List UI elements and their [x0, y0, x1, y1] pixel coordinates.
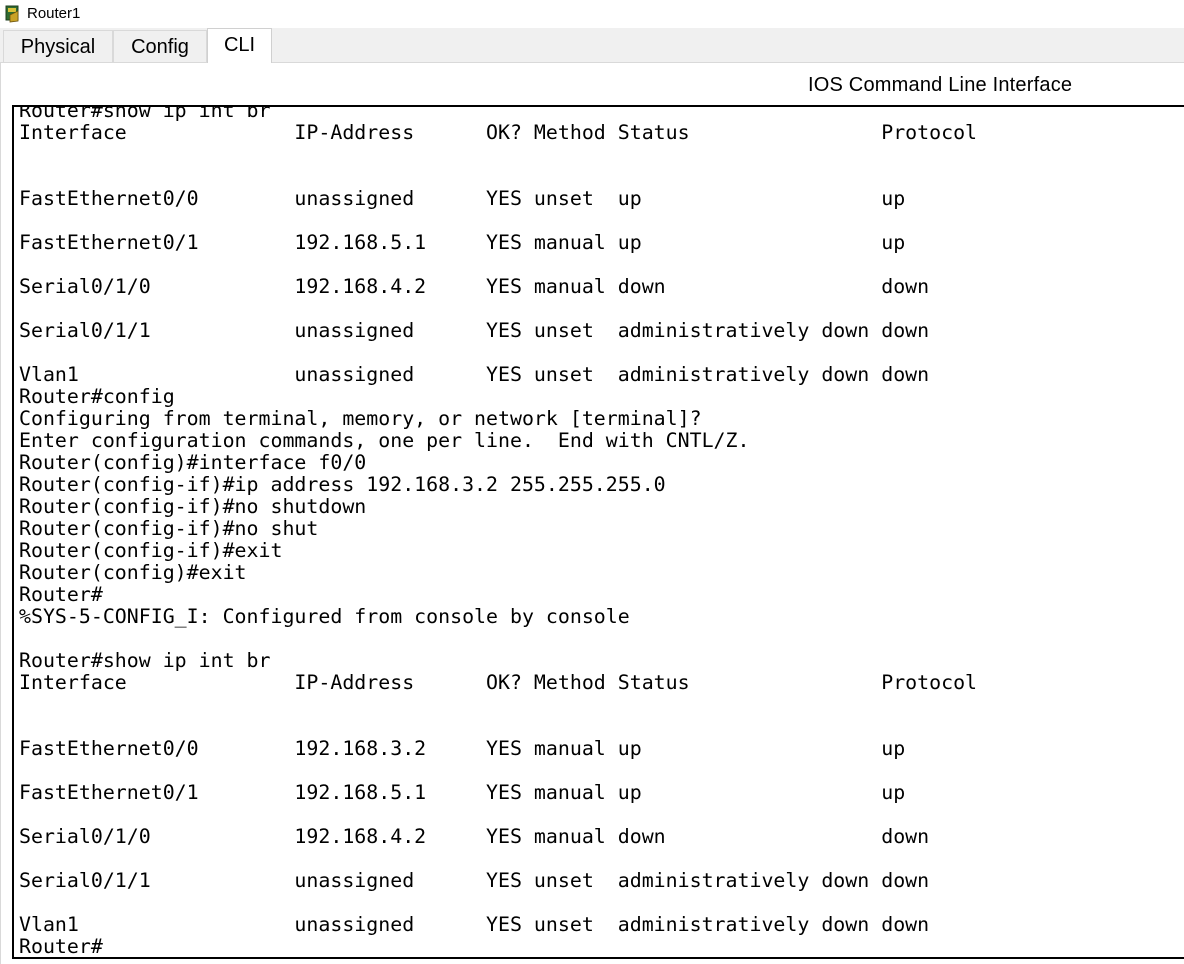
terminal-line: Router(config-if)#ip address 192.168.3.2…: [19, 473, 666, 496]
terminal-line: Configuring from terminal, memory, or ne…: [19, 407, 702, 430]
terminal-line: FastEthernet0/1 192.168.5.1 YES manual u…: [19, 781, 906, 804]
terminal-line: Serial0/1/0 192.168.4.2 YES manual down …: [19, 275, 930, 298]
router-icon: [4, 5, 22, 23]
terminal-line: Interface IP-Address OK? Method Status P…: [19, 121, 978, 144]
terminal-line: Router(config-if)#exit: [19, 539, 283, 562]
terminal-output: Router#show ip int br Interface IP-Addre…: [19, 105, 978, 958]
terminal-line: Router(config-if)#no shut: [19, 517, 319, 540]
window-title: Router1: [27, 5, 81, 22]
terminal-line: FastEthernet0/0 192.168.3.2 YES manual u…: [19, 737, 906, 760]
terminal-line: Vlan1 unassigned YES unset administrativ…: [19, 913, 930, 936]
terminal-line: Serial0/1/0 192.168.4.2 YES manual down …: [19, 825, 930, 848]
terminal-line: Interface IP-Address OK? Method Status P…: [19, 671, 978, 694]
terminal-line: Enter configuration commands, one per li…: [19, 429, 750, 452]
terminal-line: Router#show ip int br: [19, 105, 271, 122]
terminal-line: FastEthernet0/0 unassigned YES unset up …: [19, 187, 906, 210]
terminal-line: Serial0/1/1 unassigned YES unset adminis…: [19, 319, 930, 342]
terminal-line: Router#show ip int br: [19, 649, 271, 672]
terminal-line: Router#: [19, 583, 103, 606]
tab-bar: Physical Config CLI: [0, 28, 1184, 63]
terminal-line: Router(config)#exit: [19, 561, 247, 584]
tab-config[interactable]: Config: [113, 30, 207, 62]
tab-cli[interactable]: CLI: [207, 28, 272, 63]
terminal-line: Vlan1 unassigned YES unset administrativ…: [19, 363, 930, 386]
cli-terminal[interactable]: Router#show ip int br Interface IP-Addre…: [12, 105, 1184, 959]
terminal-line: %SYS-5-CONFIG_I: Configured from console…: [19, 605, 630, 628]
terminal-line: FastEthernet0/1 192.168.5.1 YES manual u…: [19, 231, 906, 254]
cli-heading: IOS Command Line Interface: [808, 74, 1073, 96]
tab-physical[interactable]: Physical: [3, 30, 113, 62]
terminal-line: Router#: [19, 935, 103, 958]
terminal-line: Router#config: [19, 385, 175, 408]
terminal-line: Serial0/1/1 unassigned YES unset adminis…: [19, 869, 930, 892]
terminal-line: Router(config-if)#no shutdown: [19, 495, 367, 518]
title-bar: Router1: [0, 0, 1184, 28]
terminal-line: Router(config)#interface f0/0: [19, 451, 367, 474]
